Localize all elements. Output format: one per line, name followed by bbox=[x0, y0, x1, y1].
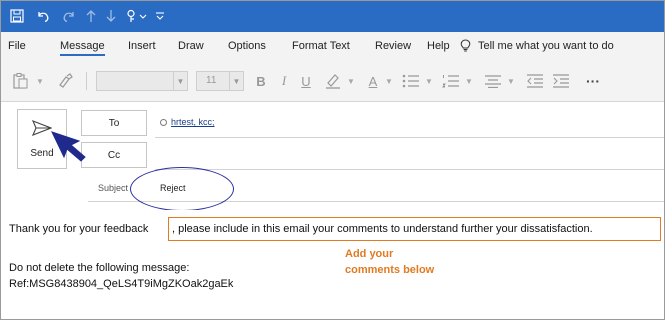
font-size-value: 11 bbox=[206, 75, 217, 86]
body-line-1: Thank you for your feedback bbox=[9, 223, 149, 235]
menu-bar: File Message Insert Draw Options Format … bbox=[0, 32, 665, 62]
arrow-down-icon[interactable] bbox=[102, 5, 120, 27]
font-size-combobox[interactable]: 11 ▼ bbox=[196, 71, 244, 91]
chevron-down-icon[interactable]: ▼ bbox=[346, 70, 356, 92]
save-icon[interactable] bbox=[6, 5, 28, 27]
body-line-2: Do not delete the following message: bbox=[9, 262, 190, 274]
pointer-arrow-icon bbox=[51, 131, 86, 162]
presence-icon bbox=[160, 118, 167, 126]
permissions-dropdown-icon[interactable] bbox=[122, 5, 150, 27]
to-field-underline bbox=[155, 137, 665, 138]
underline-button[interactable]: U bbox=[298, 70, 314, 92]
bullets-icon[interactable] bbox=[400, 70, 422, 92]
tell-me-label: Tell me what you want to do bbox=[478, 39, 614, 52]
arrow-up-icon[interactable] bbox=[82, 5, 100, 27]
annotation-note-line-1: Add your bbox=[345, 248, 394, 260]
more-options-button[interactable]: ··· bbox=[580, 70, 606, 92]
redo-icon[interactable] bbox=[58, 5, 80, 27]
tab-format-text[interactable]: Format Text bbox=[292, 40, 350, 52]
recipient-chip[interactable]: hrtest, kcc; bbox=[171, 117, 215, 127]
body-line-1-highlight: , please include in this email your comm… bbox=[172, 223, 593, 235]
send-icon bbox=[32, 120, 52, 136]
bold-button[interactable]: B bbox=[252, 70, 270, 92]
title-bar bbox=[0, 0, 665, 32]
chevron-down-icon[interactable]: ▼ bbox=[464, 70, 474, 92]
font-name-combobox[interactable]: ▼ bbox=[96, 71, 188, 91]
format-painter-icon[interactable] bbox=[54, 70, 76, 92]
italic-button[interactable]: I bbox=[276, 70, 292, 92]
tab-file[interactable]: File bbox=[8, 40, 26, 52]
to-button[interactable]: To bbox=[81, 110, 147, 136]
chevron-down-icon: ▼ bbox=[229, 72, 243, 90]
tab-options[interactable]: Options bbox=[228, 40, 266, 52]
chevron-down-icon[interactable]: ▼ bbox=[424, 70, 434, 92]
tell-me-search[interactable]: Tell me what you want to do bbox=[460, 39, 614, 52]
customize-toolbar-icon[interactable] bbox=[152, 5, 168, 27]
highlighter-icon[interactable] bbox=[322, 70, 344, 92]
paste-icon[interactable] bbox=[8, 70, 32, 92]
annotation-note-line-2: comments below bbox=[345, 264, 435, 276]
ribbon: ▼ ▼ 11 ▼ B I U ▼ A ▼ ▼ ▼ ▼ ··· bbox=[0, 62, 665, 102]
tab-message[interactable]: Message bbox=[60, 40, 105, 56]
lightbulb-icon bbox=[460, 39, 471, 52]
ribbon-divider bbox=[86, 72, 87, 90]
paste-dropdown-icon[interactable]: ▼ bbox=[34, 70, 46, 92]
numbering-icon[interactable] bbox=[440, 70, 462, 92]
font-color-button[interactable]: A bbox=[364, 70, 382, 92]
decrease-indent-icon[interactable] bbox=[524, 70, 546, 92]
tab-help[interactable]: Help bbox=[427, 40, 450, 52]
annotation-ellipse bbox=[130, 167, 234, 211]
undo-icon[interactable] bbox=[32, 5, 54, 27]
align-icon[interactable] bbox=[482, 70, 504, 92]
tab-insert[interactable]: Insert bbox=[128, 40, 156, 52]
tab-review[interactable]: Review bbox=[375, 40, 411, 52]
tab-draw[interactable]: Draw bbox=[178, 40, 204, 52]
chevron-down-icon[interactable]: ▼ bbox=[506, 70, 516, 92]
increase-indent-icon[interactable] bbox=[550, 70, 572, 92]
chevron-down-icon[interactable]: ▼ bbox=[384, 70, 394, 92]
to-field[interactable]: hrtest, kcc; bbox=[160, 117, 215, 127]
annotation-note: Add your comments below bbox=[345, 246, 434, 278]
subject-label: Subject bbox=[98, 183, 129, 193]
body-line-3: Ref:MSG8438904_QeLS4T9iMgZKOak2gaEk bbox=[9, 278, 234, 290]
cc-field-underline bbox=[155, 169, 665, 170]
cc-button[interactable]: Cc bbox=[81, 142, 147, 168]
chevron-down-icon: ▼ bbox=[173, 72, 187, 90]
